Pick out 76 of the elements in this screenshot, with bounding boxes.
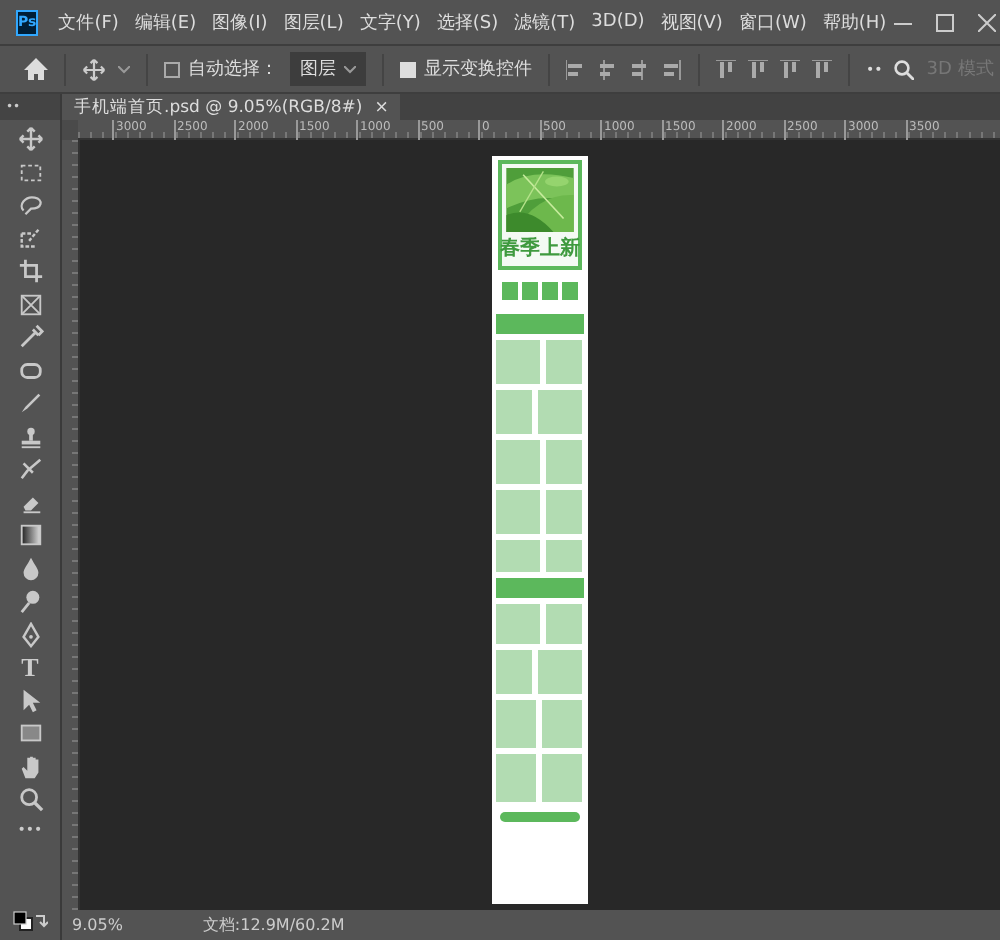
home-icon[interactable] <box>24 58 48 80</box>
image-placeholder <box>542 754 582 802</box>
menu-item[interactable]: 选择(S) <box>428 9 507 35</box>
brush-selection-icon[interactable] <box>17 225 43 251</box>
color-swatches-icon[interactable] <box>12 910 48 934</box>
image-placeholder <box>538 650 582 694</box>
frame-icon[interactable] <box>17 291 43 317</box>
distribute-icon[interactable] <box>748 59 768 79</box>
menu-item[interactable]: 编辑(E) <box>126 9 205 35</box>
align-icon[interactable] <box>598 59 618 79</box>
image-placeholder <box>496 700 536 748</box>
stamp-icon[interactable] <box>17 423 43 449</box>
distribute-icon[interactable] <box>812 59 832 79</box>
image-placeholder <box>538 390 582 434</box>
rectangle-icon[interactable] <box>17 720 43 746</box>
image-placeholder <box>546 490 582 534</box>
document-size: 文档:12.9M/60.2M <box>202 914 345 936</box>
marquee-icon[interactable] <box>17 159 43 185</box>
menu-item[interactable]: 3D(D) <box>583 12 653 32</box>
search-icon[interactable] <box>894 59 915 79</box>
image-placeholder <box>496 604 540 644</box>
menu-item[interactable]: 帮助(H) <box>814 9 895 35</box>
zoom-icon[interactable] <box>17 786 43 812</box>
section-header-bar <box>496 578 584 598</box>
tab-close-button[interactable]: × <box>374 97 389 117</box>
eyedropper-icon[interactable] <box>17 324 43 350</box>
distribute-icon[interactable] <box>780 59 800 79</box>
menu-item[interactable]: 文件(F) <box>50 9 127 35</box>
type-tool[interactable]: T <box>21 654 39 680</box>
image-placeholder <box>496 440 540 484</box>
history-brush-icon[interactable] <box>17 456 43 482</box>
coupon-tile <box>502 282 518 300</box>
auto-select-checkbox[interactable]: 自动选择： <box>164 56 278 82</box>
document-tab[interactable]: 手机端首页.psd @ 9.05%(RGB/8#) × <box>62 94 401 120</box>
close-icon[interactable] <box>978 13 997 31</box>
image-placeholder <box>496 340 540 384</box>
align-icon[interactable] <box>630 59 650 79</box>
lasso-icon[interactable] <box>17 192 43 218</box>
gradient-icon[interactable] <box>17 522 43 548</box>
brush-icon[interactable] <box>17 390 43 416</box>
menu-item[interactable]: 滤镜(T) <box>506 9 584 35</box>
coupon-tile <box>542 282 558 300</box>
image-placeholder <box>496 490 540 534</box>
coupon-tile <box>562 282 578 300</box>
bandage-icon[interactable] <box>17 357 43 383</box>
menu-item[interactable]: 图像(I) <box>204 9 276 35</box>
hand-icon[interactable] <box>17 753 43 779</box>
image-placeholder <box>546 604 582 644</box>
image-placeholder <box>546 440 582 484</box>
pen-icon[interactable] <box>17 621 43 647</box>
caret-icon[interactable] <box>344 65 356 73</box>
image-placeholder <box>546 340 582 384</box>
crop-icon[interactable] <box>17 258 43 284</box>
show-transform-checkbox[interactable]: 显示变换控件 <box>400 56 532 82</box>
move-icon[interactable] <box>82 57 106 81</box>
align-icon[interactable] <box>566 59 586 79</box>
image-placeholder <box>546 540 582 572</box>
image-placeholder <box>496 650 532 694</box>
section-header-bar <box>496 314 584 334</box>
image-placeholder <box>496 540 540 572</box>
menu-item[interactable]: 文字(Y) <box>351 9 429 35</box>
move-icon[interactable] <box>17 126 43 152</box>
image-placeholder <box>496 390 532 434</box>
coupon-tile <box>522 282 538 300</box>
menu-item[interactable]: 视图(V) <box>652 9 731 35</box>
zoom-level[interactable]: 9.05% <box>72 916 123 934</box>
image-placeholder <box>542 700 582 748</box>
dodge-icon[interactable] <box>17 588 43 614</box>
image-placeholder <box>496 754 536 802</box>
distribute-icon[interactable] <box>716 59 736 79</box>
caret-icon[interactable] <box>118 65 130 73</box>
menu-item[interactable]: 图层(L) <box>275 9 352 35</box>
menu-item[interactable]: 窗口(W) <box>730 9 815 35</box>
align-icon[interactable] <box>662 59 682 79</box>
maximize-icon[interactable] <box>936 13 955 31</box>
layer-dropdown[interactable]: 图层 <box>290 52 366 86</box>
